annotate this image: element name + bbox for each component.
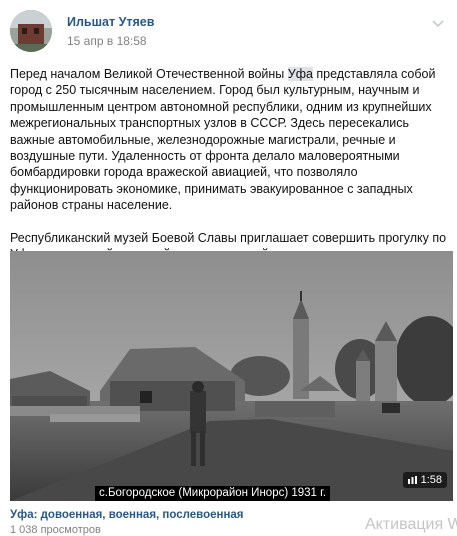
avatar-photo bbox=[10, 10, 52, 52]
wall-post: Ильшат Утяев 15 апр в 18:58 Перед начало… bbox=[0, 0, 457, 536]
video-duration: 1:58 bbox=[420, 474, 442, 486]
post-date[interactable]: 15 апр в 18:58 bbox=[67, 34, 147, 48]
chevron-down-icon[interactable] bbox=[431, 18, 445, 28]
video-bars-icon bbox=[407, 476, 417, 484]
post-text: Перед началом Великой Отечественной войн… bbox=[10, 66, 452, 262]
paragraph-1-rest: представляла собой город с 250 тысячным … bbox=[10, 67, 436, 213]
hashtag-highlight[interactable]: Уфа bbox=[287, 67, 313, 81]
video-player[interactable] bbox=[10, 251, 453, 501]
video-caption: с.Богородское (Микрорайон Инорс) 1931 г. bbox=[95, 486, 331, 501]
paragraph-1-start: Перед началом Великой Отечественной войн… bbox=[10, 67, 288, 81]
author-avatar[interactable] bbox=[10, 10, 52, 52]
video-thumbnail bbox=[10, 251, 453, 501]
video-views: 1 038 просмотров bbox=[10, 524, 101, 536]
video-duration-badge: 1:58 bbox=[402, 472, 447, 488]
activation-watermark: Активация W bbox=[365, 516, 457, 533]
author-name[interactable]: Ильшат Утяев bbox=[67, 15, 154, 29]
video-title-link[interactable]: Уфа: довоенная, военная, послевоенная bbox=[10, 509, 244, 521]
post-paragraph-1: Перед началом Великой Отечественной войн… bbox=[10, 66, 452, 214]
